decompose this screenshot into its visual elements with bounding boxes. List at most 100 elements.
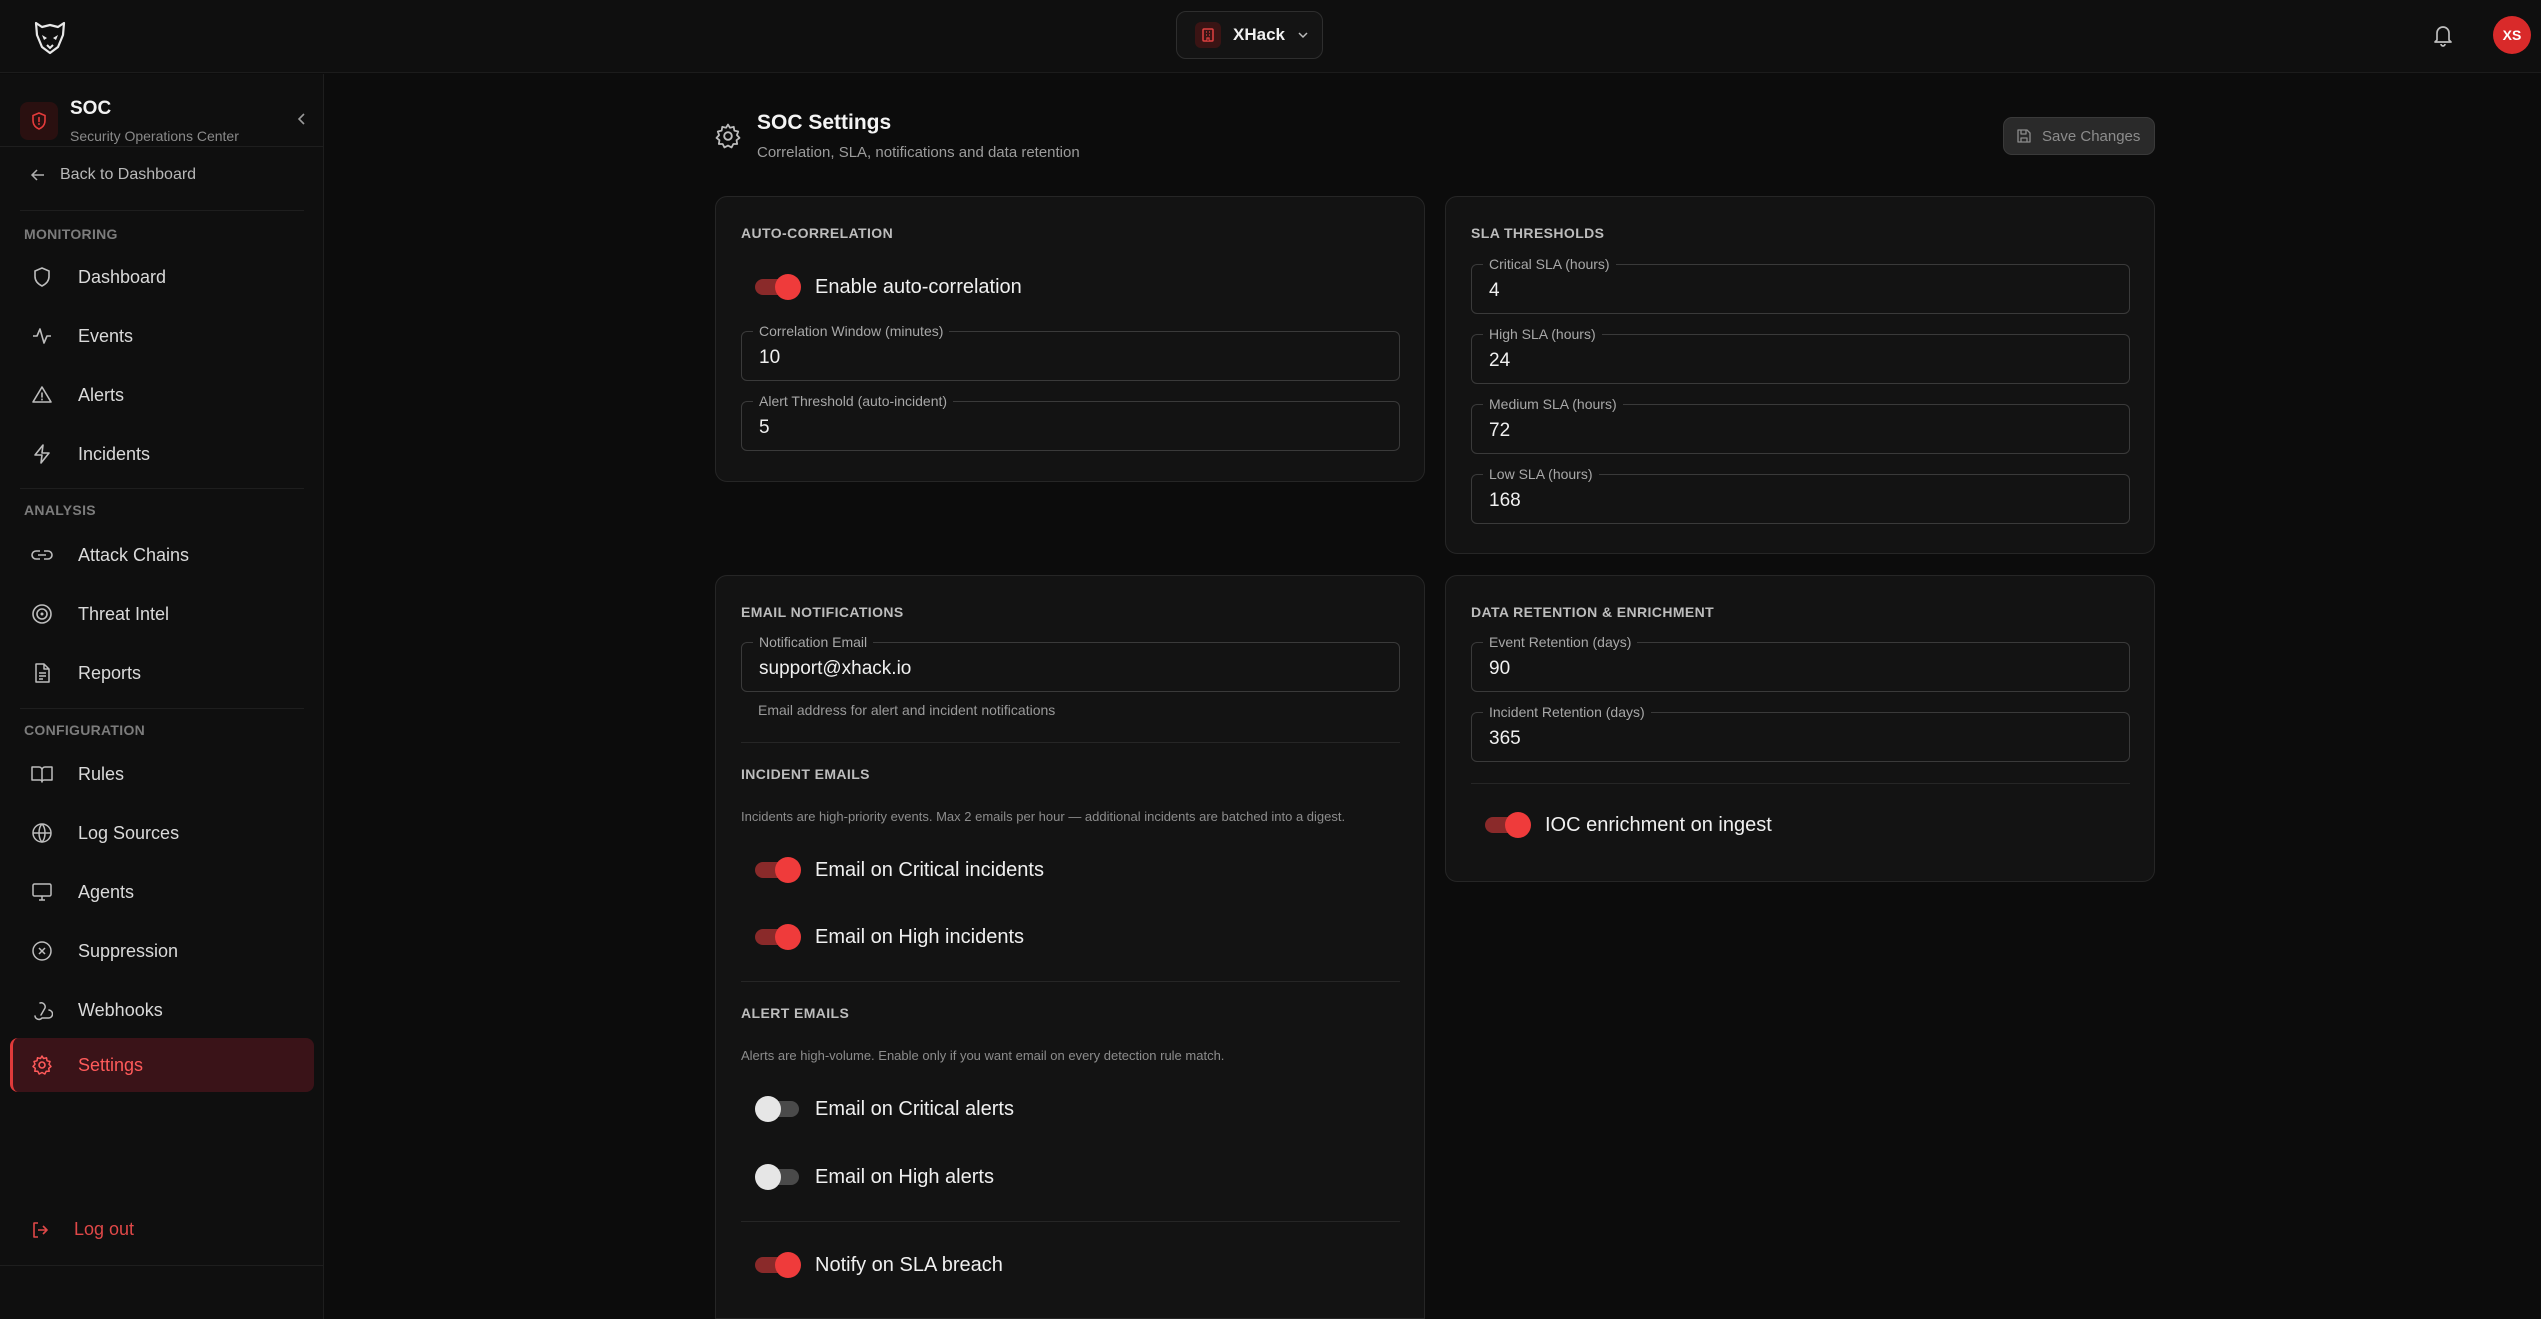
ioc-enrichment-toggle-row[interactable]: IOC enrichment on ingest [1471,812,1772,838]
sidebar-item-events[interactable]: Events [10,309,314,363]
lightning-icon [30,442,54,466]
tenant-name: XHack [1233,25,1285,44]
sidebar-item-label: Webhooks [78,999,163,1020]
alert-threshold-field[interactable]: Alert Threshold (auto-incident) 5 [741,392,1400,451]
divider [0,1265,323,1266]
link-icon [30,543,54,567]
sidebar-item-dashboard[interactable]: Dashboard [10,250,314,304]
field-value: 365 [1489,728,1521,749]
page-title: SOC Settings [757,111,892,134]
logout-icon [30,1220,50,1240]
x-circle-icon [30,939,54,963]
medium-sla-field[interactable]: Medium SLA (hours) 72 [1471,395,2130,454]
high-incidents-toggle-row[interactable]: Email on High incidents [741,924,1024,950]
low-sla-field[interactable]: Low SLA (hours) 168 [1471,465,2130,524]
field-value: support@xhack.io [759,658,912,679]
sidebar-item-agents[interactable]: Agents [10,865,314,919]
field-value: 168 [1489,490,1521,511]
chevron-down-icon [1297,29,1309,41]
critical-incidents-toggle[interactable] [755,857,801,883]
logout-label: Log out [74,1219,135,1239]
sla-breach-toggle-row[interactable]: Notify on SLA breach [741,1252,1003,1278]
collapse-chevron-left-icon[interactable] [296,112,308,126]
field-value: 4 [1489,280,1500,301]
critical-alerts-toggle-row[interactable]: Email on Critical alerts [741,1096,1014,1122]
sidebar-item-label: Incidents [78,443,151,464]
incident-emails-desc: Incidents are high-priority events. Max … [741,809,1346,824]
sidebar-item-label: Agents [78,881,135,902]
field-label: Correlation Window (minutes) [753,322,950,340]
critical-incidents-toggle-row[interactable]: Email on Critical incidents [741,857,1044,883]
critical-sla-field[interactable]: Critical SLA (hours) 4 [1471,255,2130,314]
notifications-bell-icon[interactable] [2431,22,2455,48]
book-open-icon [30,762,54,786]
field-value: 72 [1489,420,1511,441]
sidebar-item-label: Rules [78,763,125,784]
alert-emails-desc: Alerts are high-volume. Enable only if y… [741,1048,1225,1063]
sidebar-item-settings[interactable]: Settings [10,1038,314,1092]
event-retention-field[interactable]: Event Retention (days) 90 [1471,633,2130,692]
sidebar-item-alerts[interactable]: Alerts [10,368,314,422]
shield-icon [30,265,54,289]
sidebar-item-suppression[interactable]: Suppression [10,924,314,978]
arrow-left-icon [30,168,46,182]
tenant-switcher[interactable]: XHack [1176,11,1323,59]
field-value: 24 [1489,350,1511,371]
correlation-window-field[interactable]: Correlation Window (minutes) 10 [741,322,1400,381]
logout-button[interactable]: Log out [30,1219,134,1240]
sidebar-item-attack-chains[interactable]: Attack Chains [10,528,314,582]
high-sla-field[interactable]: High SLA (hours) 24 [1471,325,2130,384]
incident-retention-field[interactable]: Incident Retention (days) 365 [1471,703,2130,762]
critical-alerts-toggle[interactable] [755,1096,801,1122]
high-alerts-toggle[interactable] [755,1164,801,1190]
sidebar-item-label: Dashboard [78,266,167,287]
divider [741,981,1400,982]
sidebar-item-rules[interactable]: Rules [10,747,314,801]
sidebar-title: SOC [70,98,112,119]
card-title: DATA RETENTION & ENRICHMENT [1471,604,1715,620]
divider [0,146,323,147]
card-title: EMAIL NOTIFICATIONS [741,604,904,620]
notification-email-field[interactable]: Notification Email support@xhack.io [741,633,1400,692]
webhook-icon [30,998,54,1022]
save-changes-button[interactable]: Save Changes [2003,117,2155,155]
auto-correlation-toggle[interactable] [755,274,801,300]
sidebar-item-threat-intel[interactable]: Threat Intel [10,587,314,641]
sla-breach-toggle[interactable] [755,1252,801,1278]
sidebar-item-webhooks[interactable]: Webhooks [10,983,314,1037]
field-value: 10 [759,347,781,368]
toggle-label: Email on Critical alerts [815,1097,1014,1120]
sidebar-item-label: Settings [78,1054,144,1075]
back-to-dashboard-link[interactable]: Back to Dashboard [30,166,196,184]
globe-icon [30,821,54,845]
card-title: AUTO-CORRELATION [741,225,894,241]
field-label: High SLA (hours) [1483,325,1602,343]
high-incidents-toggle[interactable] [755,924,801,950]
high-alerts-toggle-row[interactable]: Email on High alerts [741,1164,994,1190]
sidebar: SOC Security Operations Center Back to D… [0,74,324,1319]
app-logo-icon[interactable] [30,17,70,57]
target-icon [30,602,54,626]
toggle-label: IOC enrichment on ingest [1545,813,1772,836]
user-avatar[interactable]: XS [2493,16,2531,54]
sidebar-item-reports[interactable]: Reports [10,646,314,700]
sidebar-item-label: Reports [78,662,142,683]
field-label: Alert Threshold (auto-incident) [753,392,954,410]
field-value: 90 [1489,658,1511,679]
data-retention-card: DATA RETENTION & ENRICHMENT Event Retent… [1445,575,2155,882]
top-bar: XHack XS [0,0,2541,73]
sidebar-item-label: Attack Chains [78,544,190,565]
sidebar-header: SOC Security Operations Center [18,86,308,148]
sidebar-item-label: Events [78,325,134,346]
auto-correlation-toggle-row[interactable]: Enable auto-correlation [741,274,1022,300]
save-icon [2016,128,2032,144]
activity-icon [30,324,54,348]
ioc-enrichment-toggle[interactable] [1485,812,1531,838]
sidebar-item-incidents[interactable]: Incidents [10,427,314,481]
divider [20,708,304,709]
sidebar-item-log-sources[interactable]: Log Sources [10,806,314,860]
sla-thresholds-card: SLA THRESHOLDS Critical SLA (hours) 4 Hi… [1445,196,2155,554]
section-label-analysis: ANALYSIS [24,502,96,518]
field-label: Medium SLA (hours) [1483,395,1623,413]
save-label: Save Changes [2042,127,2141,145]
